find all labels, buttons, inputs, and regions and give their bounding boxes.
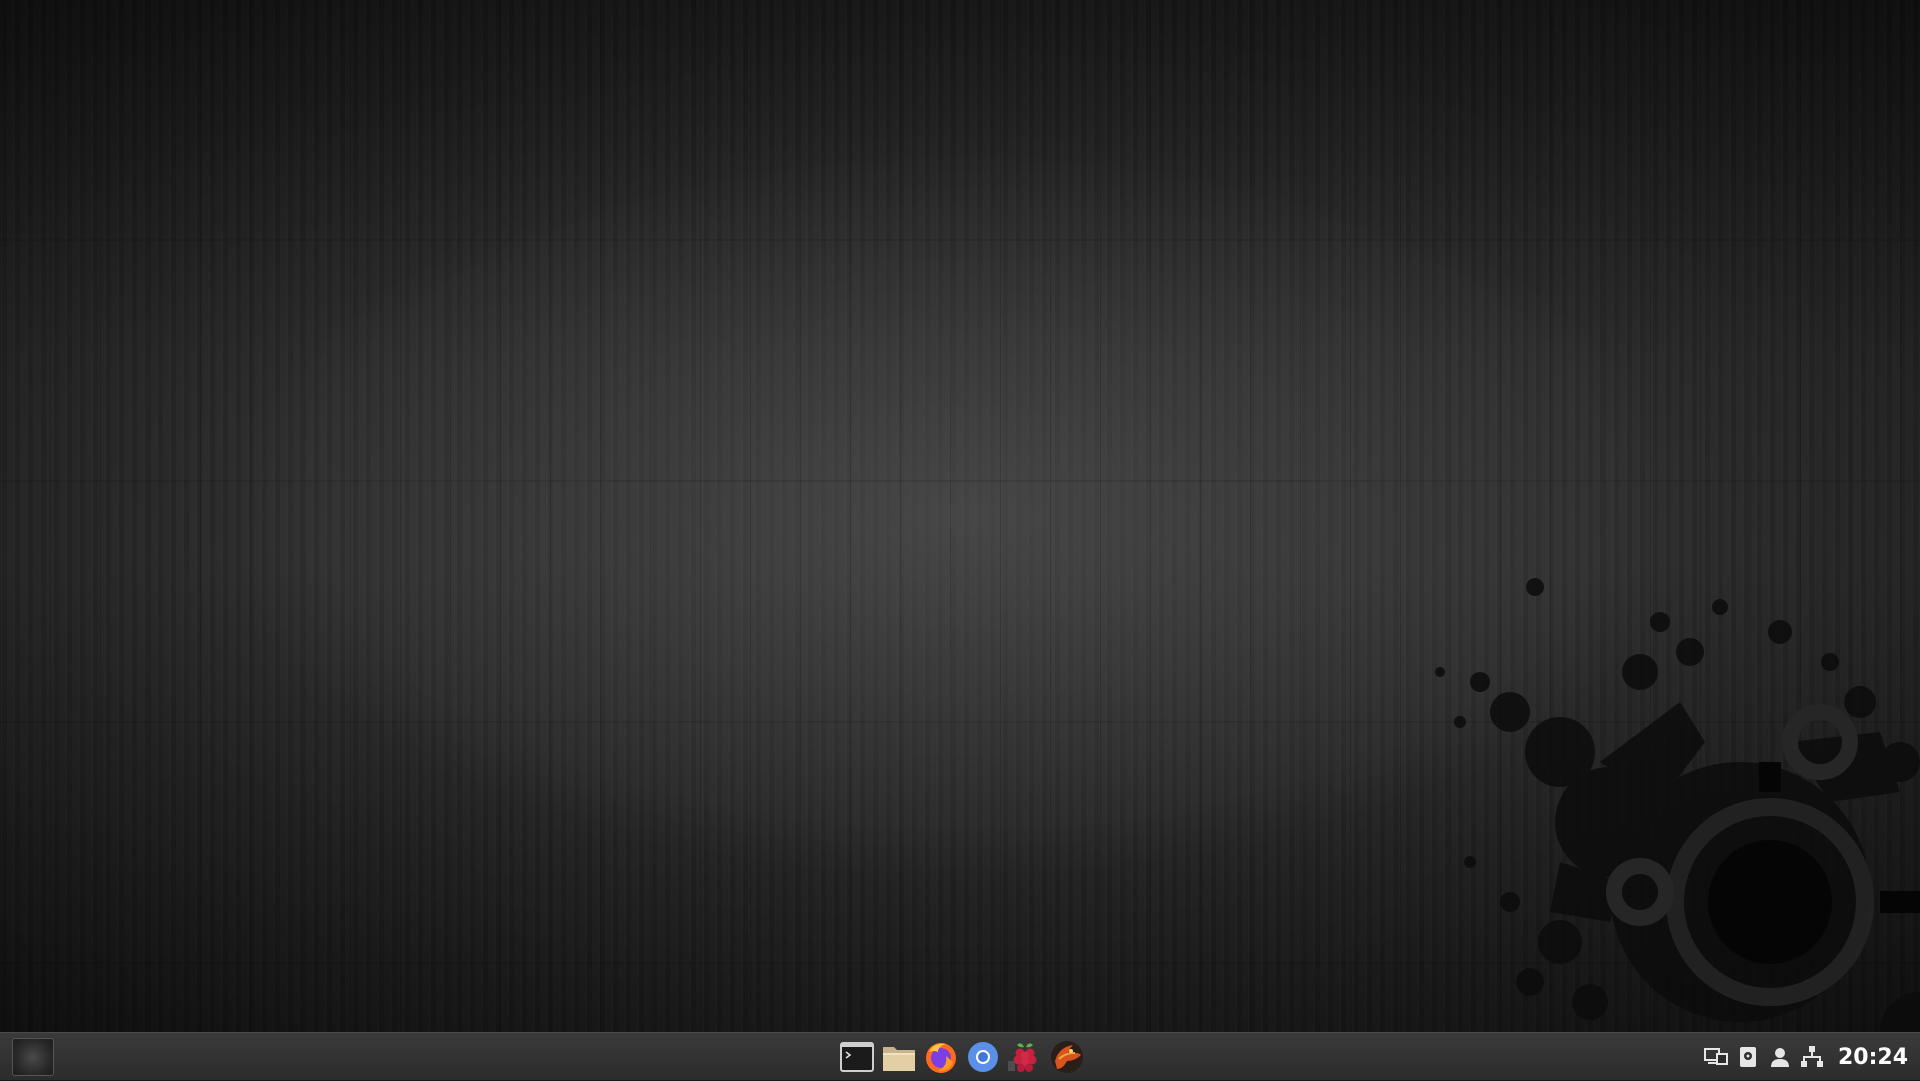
system-tray: 20:24 [1703,1033,1908,1081]
launcher-bar [838,1037,1086,1077]
terminal-launcher[interactable] [838,1038,876,1076]
clock[interactable]: 20:24 [1838,1045,1908,1070]
chromium-icon [968,1042,998,1072]
firefox-launcher[interactable] [922,1038,960,1076]
file-manager-icon [883,1047,915,1071]
storage-tray-button[interactable] [1736,1045,1760,1069]
raspberry-pi-launcher[interactable] [1006,1038,1044,1076]
terminal-icon [840,1042,874,1072]
user-icon [1770,1048,1789,1067]
chromium-launcher[interactable] [964,1038,1002,1076]
dragon-app-launcher[interactable] [1048,1038,1086,1076]
storage-icon [1739,1047,1756,1067]
dragon-app-icon [1051,1041,1083,1073]
taskbar: 20:24 [0,1032,1920,1080]
app-menu-button[interactable] [12,1038,54,1076]
network-icon [1800,1046,1823,1067]
paint-splash-gear-logo [1435,578,1920,1032]
display-icon [1703,1048,1728,1065]
raspberry-pi-icon [1008,1043,1037,1072]
firefox-icon [926,1043,956,1073]
desktop[interactable] [0,0,1920,1032]
user-tray-button[interactable] [1768,1045,1792,1069]
display-tray-button[interactable] [1703,1045,1728,1069]
network-tray-button[interactable] [1800,1045,1824,1069]
file-manager-launcher[interactable] [880,1038,918,1076]
